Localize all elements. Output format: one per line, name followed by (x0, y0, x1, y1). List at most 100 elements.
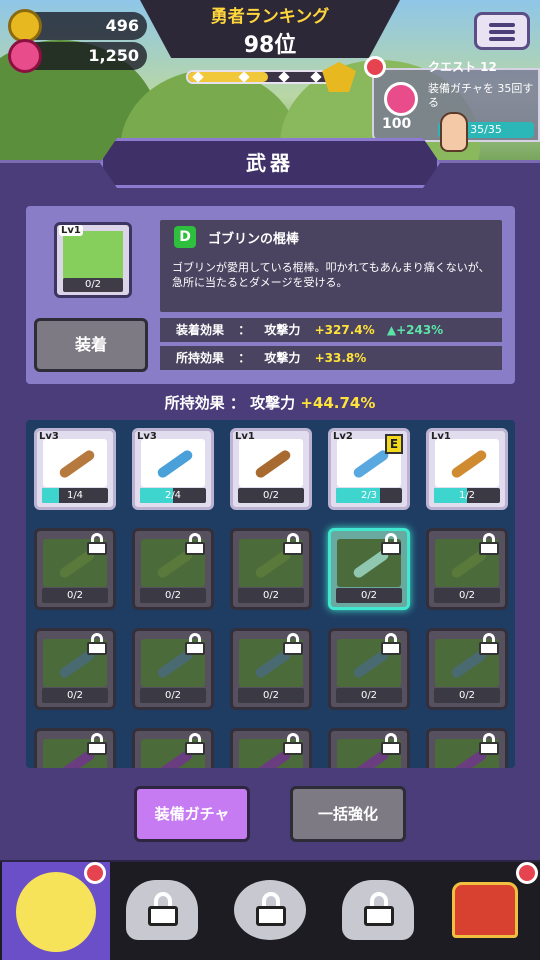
effect-value: +33.8% (314, 351, 367, 365)
weapon-slot[interactable] (34, 728, 116, 768)
weapon-slot[interactable]: 0/2 (132, 528, 214, 610)
total-effect: 所持効果 ： 攻撃力 +44.74% (0, 392, 540, 413)
weapon-count: 2/3 (336, 488, 402, 503)
nav-locked-2[interactable] (216, 862, 324, 960)
quest-description: 装備ガチャを 35回する (428, 82, 534, 109)
item-level: Lv1 (59, 225, 83, 236)
weapon-count-text: 0/2 (66, 690, 84, 701)
selected-item-card: Lv1 0/2 (54, 222, 132, 298)
menu-button[interactable] (474, 12, 530, 50)
menu-line-icon (489, 37, 515, 41)
item-name: ゴブリンの棍棒 (208, 232, 300, 247)
total-effect-value: +44.74% (300, 394, 376, 412)
quest-title: クエスト 12 (428, 60, 497, 74)
milestone-icon (278, 71, 290, 83)
weapon-count-text: 0/2 (360, 590, 378, 601)
weapon-slot[interactable]: 0/2 (230, 628, 312, 710)
effect-stat: 攻撃力 (264, 323, 301, 337)
weapon-slot[interactable]: Lv1 1/2 (426, 428, 508, 510)
item-count: 0/2 (63, 278, 123, 292)
weapon-slot[interactable] (230, 728, 312, 768)
treasure-chest-icon (452, 882, 518, 938)
weapon-count: 0/2 (42, 688, 108, 703)
item-grid[interactable]: Lv3 1/4 Lv3 2/4 Lv1 0/2 Lv2 2/3 E Lv1 1/2 0/2 0/2 0/2… (26, 420, 515, 768)
weapon-slot[interactable] (328, 728, 410, 768)
weapon-slot[interactable]: 0/2 (426, 528, 508, 610)
weapon-count-text: 0/2 (262, 490, 280, 501)
lock-icon (87, 633, 107, 655)
ranking-header[interactable]: 勇者ランキング 98位 (140, 0, 400, 58)
weapon-count-text: 2/3 (360, 490, 378, 501)
weapon-icon (43, 439, 107, 487)
ranking-value: 98位 (243, 33, 297, 58)
bulk-enhance-button[interactable]: 一括強化 (290, 786, 406, 842)
weapon-count-text: 0/2 (262, 590, 280, 601)
gem-icon (8, 39, 42, 73)
menu-line-icon (489, 23, 515, 27)
weapon-slot[interactable]: 0/2 (34, 628, 116, 710)
ranking-title: 勇者ランキング (210, 7, 330, 27)
effect-sep: ： (238, 351, 251, 365)
weapon-count: 0/2 (336, 588, 402, 603)
gem-value: 1,250 (88, 46, 139, 65)
weapon-count: 0/2 (238, 488, 304, 503)
weapon-count: 0/2 (434, 588, 500, 603)
alert-badge-icon (516, 862, 538, 884)
lock-icon (87, 533, 107, 555)
section-title: 武器 (100, 138, 440, 188)
weapon-slot[interactable]: 0/2 (426, 628, 508, 710)
weapon-icon (435, 439, 499, 487)
lock-icon (185, 633, 205, 655)
weapon-slot[interactable]: 0/2 (34, 528, 116, 610)
ranking-progress-bar (186, 70, 336, 84)
weapon-slot[interactable]: Lv3 1/4 (34, 428, 116, 510)
effect-value: +327.4% (314, 323, 375, 337)
weapon-count: 0/2 (42, 588, 108, 603)
lock-icon (479, 533, 499, 555)
weapon-count-text: 0/2 (164, 690, 182, 701)
weapon-slot[interactable]: Lv1 0/2 (230, 428, 312, 510)
weapon-count: 0/2 (238, 688, 304, 703)
weapon-slot[interactable]: 0/2 (132, 628, 214, 710)
nav-locked-1[interactable] (108, 862, 216, 960)
weapon-slot[interactable] (426, 728, 508, 768)
weapon-icon (239, 439, 303, 487)
nav-locked-3[interactable] (324, 862, 432, 960)
weapon-level: Lv1 (235, 431, 255, 442)
weapon-count: 0/2 (140, 588, 206, 603)
gem-counter: 1,250 (8, 39, 147, 73)
lock-icon (283, 533, 303, 555)
equip-button[interactable]: 装着 (34, 318, 148, 372)
owned-effect-row: 所持効果 ： 攻撃力 +33.8% (160, 346, 502, 370)
weapon-slot[interactable]: 0/2 (230, 528, 312, 610)
weapon-count-fill (42, 488, 59, 503)
weapon-slot[interactable]: Lv2 2/3 E (328, 428, 410, 510)
gem-reward-icon (384, 82, 418, 116)
menu-line-icon (489, 30, 515, 34)
weapon-slot[interactable]: Lv3 2/4 (132, 428, 214, 510)
lock-icon (256, 892, 286, 926)
pointing-hand-icon (440, 112, 468, 152)
lock-icon (381, 633, 401, 655)
weapon-count: 0/2 (434, 688, 500, 703)
weapon-slot[interactable]: 0/2 (328, 628, 410, 710)
effect-label: 装着効果 (176, 323, 225, 337)
weapon-slot[interactable] (132, 728, 214, 768)
weapon-slot[interactable]: 0/2 (328, 528, 410, 610)
lock-icon (87, 733, 107, 755)
lock-icon (185, 533, 205, 555)
weapon-count-text: 0/2 (458, 590, 476, 601)
weapon-count-text: 0/2 (164, 590, 182, 601)
gold-counter: 496 (8, 9, 147, 43)
weapon-count: 1/4 (42, 488, 108, 503)
bottom-nav (0, 862, 540, 960)
item-description: ゴブリンが愛用している棍棒。叩かれてもあんまり痛くないが、急所に当たるとダメージ… (172, 261, 490, 289)
weapon-count-text: 1/2 (458, 490, 476, 501)
lock-icon (479, 633, 499, 655)
weapon-level: Lv1 (431, 431, 451, 442)
effect-stat: 攻撃力 (264, 351, 301, 365)
quest-reward: 100 (382, 116, 412, 132)
lock-icon (185, 733, 205, 755)
weapon-count-text: 0/2 (360, 690, 378, 701)
gacha-button[interactable]: 装備ガチャ (134, 786, 250, 842)
